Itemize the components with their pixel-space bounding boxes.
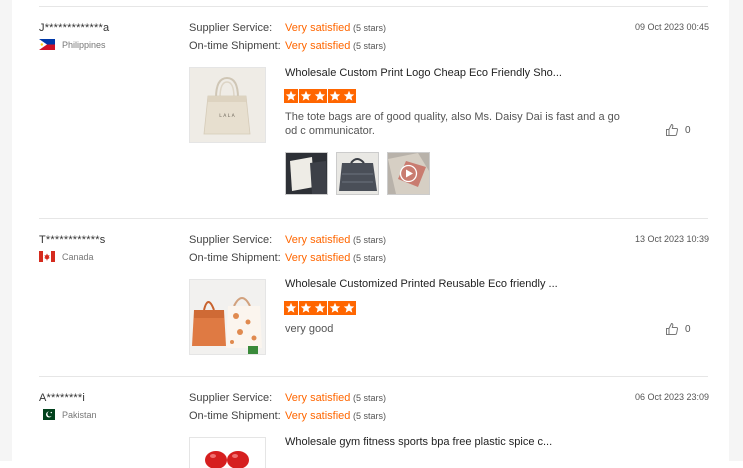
star-icon	[298, 89, 313, 103]
like-button[interactable]: 0	[665, 123, 691, 137]
on-time-shipment-label: On-time Shipment:	[189, 252, 281, 264]
on-time-shipment-label: On-time Shipment:	[189, 410, 281, 422]
like-count: 0	[685, 124, 691, 136]
star-icon	[342, 89, 356, 103]
divider	[39, 6, 708, 7]
reviewer-country: Pakistan	[39, 409, 97, 420]
on-time-shipment-value: Very satisfied	[285, 40, 351, 52]
supplier-service-label: Supplier Service:	[189, 234, 273, 246]
canada-flag-icon	[39, 251, 55, 262]
supplier-service-value: Very satisfied	[285, 234, 351, 246]
on-time-shipment-row: On-time Shipment: Very satisfied (5 star…	[189, 252, 386, 264]
divider	[39, 218, 708, 219]
product-image[interactable]: L A L A	[189, 67, 266, 143]
country-name: Pakistan	[62, 409, 97, 420]
on-time-shipment-label: On-time Shipment:	[189, 40, 281, 52]
supplier-service-row: Supplier Service: Very satisfied (5 star…	[189, 22, 386, 34]
thumbs-up-icon	[666, 123, 679, 136]
review-comment: The tote bags are of good quality, also …	[285, 111, 620, 137]
thumbs-up-icon	[666, 322, 679, 335]
review-photo-thumbnail[interactable]	[336, 152, 379, 195]
product-title-link[interactable]: Wholesale Customized Printed Reusable Ec…	[285, 278, 558, 290]
country-name: Philippines	[62, 39, 106, 50]
product-rating-stars	[284, 89, 357, 103]
on-time-shipment-row: On-time Shipment: Very satisfied (5 star…	[189, 40, 386, 52]
product-title-link[interactable]: Wholesale gym fitness sports bpa free pl…	[285, 436, 552, 448]
on-time-shipment-stars: (5 stars)	[353, 253, 387, 263]
star-icon	[298, 301, 313, 315]
divider	[39, 376, 708, 377]
star-icon	[284, 301, 298, 315]
supplier-service-value: Very satisfied	[285, 22, 351, 34]
reviewer-name: T************s	[39, 234, 106, 246]
supplier-service-stars: (5 stars)	[353, 393, 387, 403]
reviewer-country: Philippines	[39, 39, 106, 50]
product-rating-stars	[284, 301, 357, 315]
reviewer-name: A********i	[39, 392, 86, 404]
philippines-flag-icon	[39, 39, 55, 50]
supplier-service-row: Supplier Service: Very satisfied (5 star…	[189, 234, 386, 246]
product-image[interactable]	[189, 437, 266, 468]
tote-print-text: L A L A	[219, 113, 235, 119]
star-icon	[327, 301, 342, 315]
on-time-shipment-stars: (5 stars)	[353, 411, 387, 421]
star-icon	[327, 89, 342, 103]
star-icon	[342, 301, 356, 315]
review-media-gallery	[285, 152, 438, 195]
reviewer-name: J*************a	[39, 22, 110, 34]
like-button[interactable]: 0	[665, 322, 691, 336]
left-gutter	[0, 0, 12, 461]
supplier-service-stars: (5 stars)	[353, 235, 387, 245]
review-video-thumbnail[interactable]	[387, 152, 430, 195]
supplier-service-value: Very satisfied	[285, 392, 351, 404]
pakistan-flag-icon	[39, 409, 55, 420]
review-date: 06 Oct 2023 23:09	[634, 392, 709, 402]
right-gutter	[729, 0, 743, 461]
supplier-service-label: Supplier Service:	[189, 22, 273, 34]
like-count: 0	[685, 323, 691, 335]
on-time-shipment-value: Very satisfied	[285, 410, 351, 422]
star-icon	[313, 301, 327, 315]
review-date: 13 Oct 2023 10:39	[634, 234, 709, 244]
supplier-service-stars: (5 stars)	[353, 23, 387, 33]
supplier-service-label: Supplier Service:	[189, 392, 273, 404]
star-icon	[313, 89, 327, 103]
on-time-shipment-value: Very satisfied	[285, 252, 351, 264]
on-time-shipment-stars: (5 stars)	[353, 41, 387, 51]
reviewer-country: Canada	[39, 251, 94, 262]
country-name: Canada	[62, 251, 94, 262]
review-date: 09 Oct 2023 00:45	[634, 22, 709, 32]
review-photo-thumbnail[interactable]	[285, 152, 328, 195]
supplier-service-row: Supplier Service: Very satisfied (5 star…	[189, 392, 386, 404]
product-title-link[interactable]: Wholesale Custom Print Logo Cheap Eco Fr…	[285, 67, 562, 79]
review-comment: very good	[285, 323, 334, 335]
on-time-shipment-row: On-time Shipment: Very satisfied (5 star…	[189, 410, 386, 422]
star-icon	[284, 89, 298, 103]
product-image[interactable]	[189, 279, 266, 355]
